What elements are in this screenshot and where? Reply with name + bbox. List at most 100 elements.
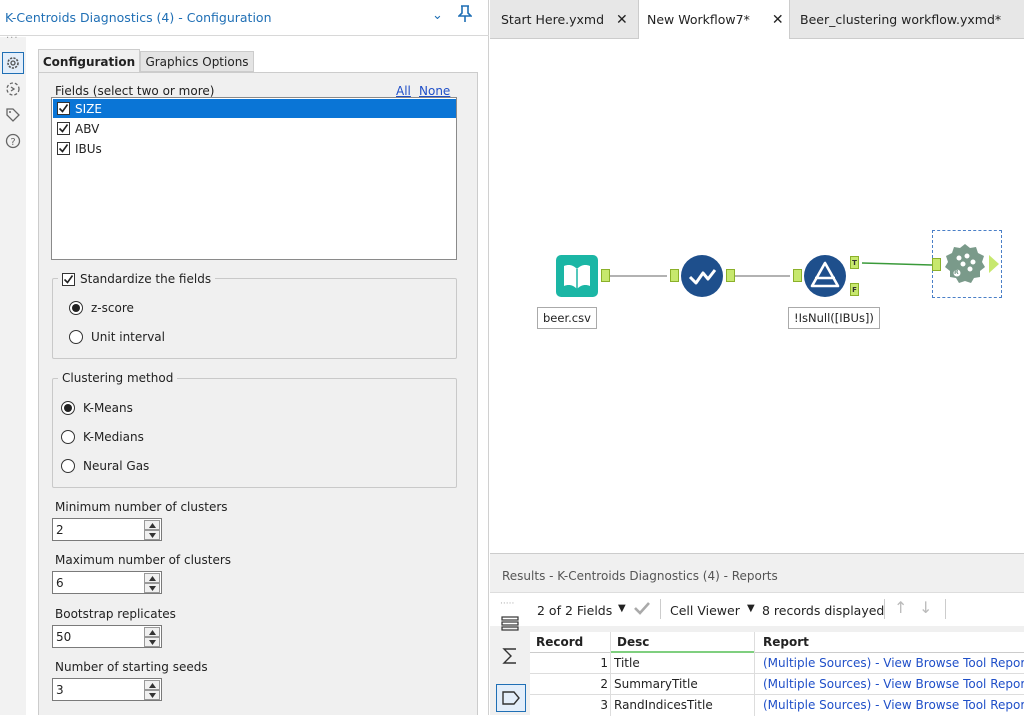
report-cell[interactable]: (Multiple Sources) - View Browse Tool Re…: [763, 674, 1024, 694]
stepper-value[interactable]: 3: [56, 683, 64, 697]
record-cell[interactable]: 1: [530, 653, 608, 673]
true-anchor[interactable]: T: [850, 256, 859, 269]
desc-cell[interactable]: Title: [614, 653, 752, 673]
table-view-icon[interactable]: [500, 614, 520, 634]
input-anchor[interactable]: [670, 269, 679, 282]
increment-icon[interactable]: [144, 520, 160, 530]
min-clusters-stepper[interactable]: 2: [52, 518, 162, 541]
radio-neural-gas[interactable]: Neural Gas: [61, 459, 149, 473]
standardize-checkbox[interactable]: Standardize the fields: [58, 269, 216, 289]
tab-beer-clustering[interactable]: Beer_clustering workflow.yxmd*: [790, 0, 1024, 39]
rail-grip-icon: ···: [6, 33, 19, 44]
record-cell[interactable]: 3: [530, 695, 608, 715]
arrow-down-icon[interactable]: ↓: [919, 598, 932, 617]
report-cell[interactable]: (Multiple Sources) - View Browse Tool Re…: [763, 695, 1024, 715]
tab-label: Beer_clustering workflow.yxmd*: [800, 12, 1002, 27]
output-anchor[interactable]: [726, 269, 735, 282]
results-title: Results - K-Centroids Diagnostics (4) - …: [502, 569, 778, 583]
input-data-tool[interactable]: [555, 254, 599, 298]
workflow-canvas[interactable]: T F R beer.csv !IsNull([IBUs]): [490, 40, 1024, 552]
stepper-value[interactable]: 2: [56, 523, 64, 537]
fields-label: Fields (select two or more): [55, 84, 215, 98]
stepper-value[interactable]: 50: [56, 630, 71, 644]
increment-icon[interactable]: [144, 627, 160, 637]
column-divider: [754, 632, 755, 716]
increment-icon[interactable]: [144, 680, 160, 690]
output-anchor[interactable]: [989, 255, 999, 273]
tag-icon[interactable]: [2, 104, 24, 126]
arrow-up-icon[interactable]: ↑: [894, 598, 907, 617]
select-tool[interactable]: [680, 254, 724, 298]
radio-z-score[interactable]: z-score: [69, 301, 134, 315]
side-rail: ··· ?: [0, 33, 26, 715]
select-all-link[interactable]: All: [396, 84, 411, 98]
chevron-down-icon[interactable]: ▼: [747, 603, 755, 614]
k-centroids-diagnostics-tool[interactable]: R: [943, 242, 987, 286]
input-anchor[interactable]: [793, 269, 802, 282]
results-table: Record Desc Report 1 Title (Multiple Sou…: [530, 632, 1024, 716]
summary-icon[interactable]: [500, 646, 520, 666]
pin-icon[interactable]: [457, 5, 473, 26]
filter-tool-label: !IsNull([IBUs]): [788, 307, 880, 329]
radio-unit-interval[interactable]: Unit interval: [69, 330, 165, 344]
tab-configuration[interactable]: Configuration: [38, 49, 140, 73]
tab-new-workflow[interactable]: New Workflow7* ✕: [638, 0, 790, 39]
false-anchor[interactable]: F: [850, 283, 859, 296]
decrement-icon[interactable]: [144, 530, 160, 540]
input-tool-label: beer.csv: [537, 307, 597, 329]
column-header[interactable]: Record: [530, 632, 610, 653]
help-icon[interactable]: ?: [2, 130, 24, 152]
divider: [660, 599, 661, 619]
tag-view-icon[interactable]: [496, 684, 526, 712]
list-item[interactable]: SIZE: [53, 99, 456, 118]
checkbox-checked[interactable]: [57, 142, 70, 155]
results-panel: Results - K-Centroids Diagnostics (4) - …: [490, 553, 1024, 716]
select-none-link[interactable]: None: [419, 84, 450, 98]
close-icon[interactable]: ✕: [616, 12, 628, 28]
checkbox-checked[interactable]: [57, 102, 70, 115]
min-clusters-label: Minimum number of clusters: [55, 500, 228, 514]
record-cell[interactable]: 2: [530, 674, 608, 694]
input-anchor[interactable]: [932, 258, 941, 271]
max-clusters-label: Maximum number of clusters: [55, 553, 232, 567]
desc-cell[interactable]: RandIndicesTitle: [614, 695, 752, 715]
max-clusters-stepper[interactable]: 6: [52, 571, 162, 594]
chevron-down-icon[interactable]: ▼: [618, 603, 626, 614]
output-anchor[interactable]: [601, 269, 610, 282]
field-name: IBUs: [75, 141, 102, 156]
fields-list[interactable]: SIZE ABV IBUs: [51, 97, 457, 260]
report-cell[interactable]: (Multiple Sources) - View Browse Tool Re…: [763, 653, 1024, 673]
tab-start-here[interactable]: Start Here.yxmd ✕: [490, 0, 638, 39]
close-icon[interactable]: ✕: [772, 12, 784, 28]
increment-icon[interactable]: [144, 573, 160, 583]
seeds-stepper[interactable]: 3: [52, 678, 162, 701]
decrement-icon[interactable]: [144, 690, 160, 700]
seeds-label: Number of starting seeds: [55, 660, 208, 674]
tab-label: Start Here.yxmd: [501, 12, 605, 27]
decrement-icon[interactable]: [144, 583, 160, 593]
workflow-tabs: Start Here.yxmd ✕ New Workflow7* ✕ Beer_cl…: [490, 0, 1024, 39]
radio-k-means[interactable]: K-Means: [61, 401, 133, 415]
list-item[interactable]: ABV: [53, 119, 456, 138]
connection-icon[interactable]: [2, 78, 24, 100]
check-icon[interactable]: [633, 601, 651, 618]
column-header[interactable]: Report: [754, 632, 1024, 653]
chevron-down-icon[interactable]: ⌄: [432, 8, 443, 23]
bootstrap-stepper[interactable]: 50: [52, 625, 162, 648]
tab-graphics-options[interactable]: Graphics Options: [140, 51, 254, 72]
column-header[interactable]: Desc: [610, 632, 754, 653]
checkbox-checked[interactable]: [62, 272, 75, 286]
panel-title: K-Centroids Diagnostics (4) - Configurat…: [5, 10, 272, 25]
r-badge: R: [954, 269, 959, 276]
desc-cell[interactable]: SummaryTitle: [614, 674, 752, 694]
stepper-value[interactable]: 6: [56, 576, 64, 590]
radio-k-medians[interactable]: K-Medians: [61, 430, 144, 444]
cell-viewer-dropdown[interactable]: Cell Viewer: [670, 603, 740, 618]
filter-tool[interactable]: [803, 254, 847, 298]
checkbox-checked[interactable]: [57, 122, 70, 135]
gear-icon[interactable]: [2, 52, 24, 74]
fields-selector[interactable]: 2 of 2 Fields: [537, 603, 612, 618]
list-item[interactable]: IBUs: [53, 139, 456, 158]
decrement-icon[interactable]: [144, 637, 160, 647]
field-name: SIZE: [75, 101, 102, 116]
